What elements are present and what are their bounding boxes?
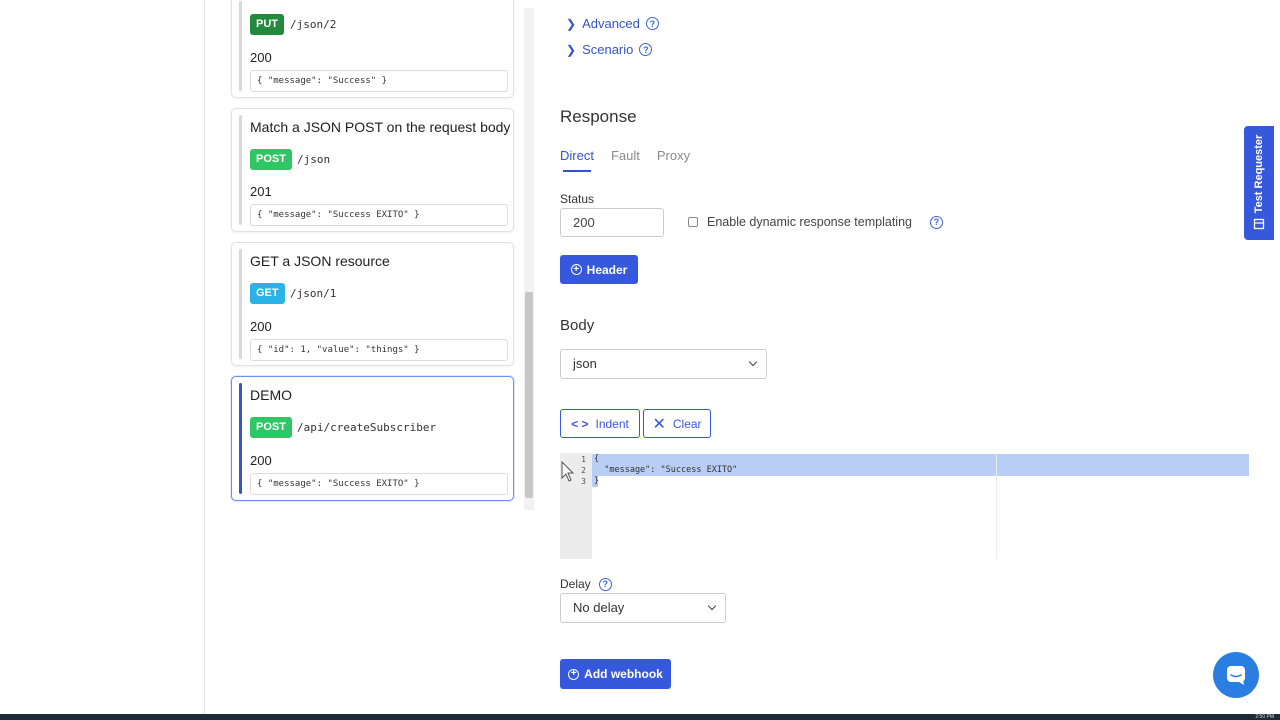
stub-title: GET a JSON resource (250, 253, 390, 269)
stub-card-selected[interactable]: DEMO POST /api/createSubscriber 200 { "m… (231, 376, 514, 501)
code-line: } (594, 476, 600, 486)
stub-body-preview: { "id": 1, "value": "things" } (250, 339, 508, 361)
stub-path: /json/2 (290, 18, 337, 31)
delay-field-label: Delay ? (560, 577, 612, 591)
chevron-right-icon: ❯ (566, 42, 577, 57)
code-line: { (594, 454, 600, 464)
stub-body-preview: { "message": "Success" } (250, 70, 508, 92)
body-format-select[interactable]: json (560, 349, 767, 379)
test-requester-label: Test Requester (1253, 134, 1265, 214)
response-tabs: Direct Fault Proxy (560, 148, 690, 172)
help-icon[interactable]: ? (645, 17, 659, 30)
chat-launcher-button[interactable] (1213, 652, 1259, 698)
card-accent-bar (239, 249, 242, 359)
add-header-button[interactable]: + Header (560, 255, 638, 284)
templating-label: Enable dynamic response templating (707, 215, 912, 229)
templating-option[interactable]: Enable dynamic response templating ? (688, 215, 943, 229)
chevron-right-icon: ❯ (566, 16, 577, 31)
delay-label: Delay (560, 577, 591, 591)
add-header-label: Header (586, 262, 628, 277)
app-root: PUT /json/2 200 { "message": "Success" }… (0, 0, 1280, 720)
stub-card[interactable]: GET a JSON resource GET /json/1 200 { "i… (231, 242, 514, 366)
stub-title: Match a JSON POST on the request body (250, 119, 511, 135)
body-heading: Body (560, 317, 595, 334)
stub-status: 200 (250, 453, 272, 468)
indent-button[interactable]: < > Indent (560, 409, 640, 438)
stub-path: /api/createSubscriber (297, 421, 437, 434)
scenario-toggle[interactable]: ❯ Scenario ? (566, 42, 653, 57)
add-webhook-label: Add webhook (584, 667, 663, 681)
plus-circle-icon: + (570, 264, 582, 275)
stub-status: 201 (250, 184, 272, 199)
tab-proxy[interactable]: Proxy (657, 148, 690, 163)
status-label: Status (560, 192, 595, 206)
stub-body-preview: { "message": "Success EXITO" } (250, 473, 508, 495)
chevron-down-icon (748, 357, 758, 367)
stub-card[interactable]: Match a JSON POST on the request body PO… (231, 108, 514, 232)
chevron-down-icon (707, 601, 717, 611)
tab-fault[interactable]: Fault (611, 148, 640, 163)
editor-selection (592, 454, 1249, 465)
stub-title: DEMO (250, 387, 292, 403)
clear-label: Clear (672, 416, 702, 431)
advanced-toggle[interactable]: ❯ Advanced ? (566, 16, 659, 31)
indent-label: Indent (595, 416, 629, 431)
card-accent-bar (239, 383, 242, 494)
body-format-value: json (573, 356, 597, 371)
os-taskbar: 2:50 PM (0, 714, 1280, 720)
add-webhook-button[interactable]: + Add webhook (560, 659, 671, 689)
status-input[interactable]: 200 (560, 208, 664, 237)
body-code-editor[interactable]: 1 2 3 { "message": "Success EXITO" } (560, 453, 1249, 559)
code-brackets-icon: < > (571, 416, 589, 431)
editor-print-margin (996, 453, 997, 559)
clear-button[interactable]: ✕ Clear (643, 409, 711, 438)
help-icon[interactable]: ? (929, 215, 943, 229)
scenario-label: Scenario (582, 42, 634, 57)
stub-path: /json/1 (290, 287, 337, 300)
method-badge: GET (250, 283, 285, 304)
stub-body-preview: { "message": "Success EXITO" } (250, 204, 508, 226)
stub-path: /json (297, 153, 331, 166)
help-icon[interactable]: ? (639, 43, 653, 56)
mouse-cursor-icon (561, 461, 575, 482)
document-icon (1253, 218, 1265, 230)
stub-card[interactable]: PUT /json/2 200 { "message": "Success" } (231, 0, 514, 98)
templating-checkbox[interactable] (688, 217, 698, 227)
close-icon: ✕ (652, 415, 666, 433)
tab-direct[interactable]: Direct (560, 148, 594, 172)
test-requester-tab[interactable]: Test Requester (1244, 126, 1274, 240)
card-accent-bar (239, 115, 242, 225)
method-badge: POST (250, 149, 292, 170)
code-line: "message": "Success EXITO" (594, 465, 738, 475)
help-icon[interactable]: ? (598, 577, 612, 591)
plus-circle-icon: + (568, 668, 580, 680)
delay-value: No delay (573, 600, 625, 615)
chat-icon (1227, 666, 1245, 685)
stub-list-scroll-thumb[interactable] (525, 292, 533, 498)
method-badge: POST (250, 417, 292, 438)
response-heading: Response (560, 107, 637, 126)
card-accent-bar (239, 1, 242, 91)
stub-status: 200 (250, 319, 272, 334)
left-sidebar (0, 0, 205, 714)
method-badge: PUT (250, 14, 284, 35)
clock-text: 2:50 PM (1255, 714, 1274, 720)
delay-select[interactable]: No delay (560, 593, 726, 623)
stub-status: 200 (250, 50, 272, 65)
advanced-label: Advanced (582, 16, 640, 31)
